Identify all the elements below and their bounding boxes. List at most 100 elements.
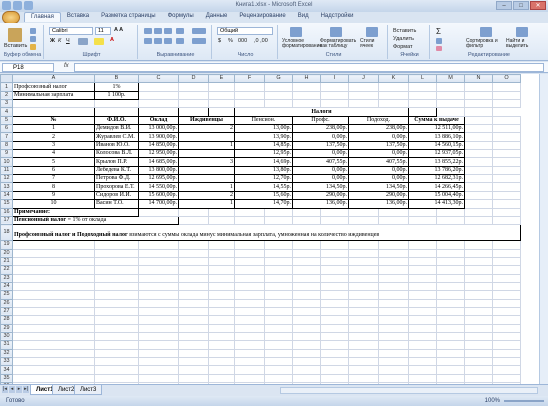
cell[interactable] [464,348,493,359]
cell[interactable] [464,298,493,308]
text-orientation-icon[interactable] [176,28,184,34]
cell[interactable] [408,348,437,359]
row-header[interactable]: 30 [0,331,13,342]
cell[interactable] [292,265,321,275]
cell[interactable] [292,82,321,92]
cell[interactable] [234,256,265,267]
header-fio[interactable]: Ф.И.О. [94,115,139,126]
cell[interactable] [320,306,349,317]
row-header[interactable]: 19 [0,240,13,250]
cell[interactable] [138,99,179,109]
cell[interactable] [408,323,437,333]
cell[interactable] [264,331,293,342]
cell[interactable] [320,265,349,275]
cell-num[interactable]: 6 [12,165,95,176]
cell[interactable] [408,315,437,325]
cell-income[interactable]: 0,00р. [348,174,409,184]
cell-total[interactable]: 14 266,45р. [408,182,465,192]
cell[interactable] [464,331,493,342]
cell-salary[interactable]: 15 600,00р. [138,190,179,201]
col-header-n[interactable]: N [464,74,493,84]
cell-total[interactable]: 14 560,15р. [408,140,465,151]
cell[interactable] [320,256,349,267]
cell[interactable] [348,340,379,350]
cell[interactable] [492,199,521,209]
tab-data[interactable]: Данные [200,12,234,22]
cell[interactable] [492,207,521,217]
cell[interactable] [464,290,493,300]
autosum-icon[interactable]: Σ [436,27,441,36]
cell[interactable] [464,132,493,142]
cell[interactable] [292,298,321,308]
cell[interactable] [408,340,437,350]
cell[interactable] [464,240,493,250]
tab-view[interactable]: Вид [292,12,315,22]
cell[interactable] [464,207,493,217]
col-header-j[interactable]: J [348,74,379,84]
cell[interactable] [348,256,379,267]
cell[interactable] [408,373,437,384]
cell[interactable] [178,265,209,275]
cell-salary[interactable]: 13 900,00р. [138,132,179,142]
cell[interactable] [208,323,235,333]
cell[interactable] [378,207,409,217]
cell[interactable] [12,265,95,275]
cell[interactable] [178,298,209,308]
cell[interactable] [408,298,437,308]
cell-num[interactable]: 4 [12,149,95,159]
cell[interactable] [178,348,209,359]
col-header-l[interactable]: L [408,74,437,84]
cell[interactable] [292,99,321,109]
cell[interactable] [492,315,521,325]
cell[interactable] [138,273,179,283]
cell[interactable] [320,331,349,342]
paste-button[interactable]: Вставить [4,43,27,49]
cell[interactable] [464,365,493,375]
cell[interactable] [320,298,349,308]
cell[interactable] [320,99,349,109]
cell[interactable] [94,256,139,267]
cell-fio[interactable]: Колосова В.Л. [94,149,139,159]
cell[interactable] [208,348,235,359]
row-header[interactable]: 8 [0,140,13,151]
borders-icon[interactable] [78,38,88,45]
cell-salary[interactable]: 14 850,00р. [138,140,179,151]
cell[interactable] [464,140,493,151]
cell[interactable] [178,107,209,117]
cell[interactable] [320,281,349,292]
cell-dependents[interactable]: 1 [178,199,235,209]
cell[interactable] [464,273,493,283]
fill-icon[interactable] [436,38,442,44]
taxes-header[interactable]: Налоги [234,107,409,117]
cell-total[interactable]: 12 937,05р. [408,149,465,159]
prev-sheet-icon[interactable]: ◂ [9,386,15,393]
clear-icon[interactable] [436,46,442,51]
cell[interactable] [94,240,139,250]
col-header-m[interactable]: M [436,74,465,84]
cell[interactable] [208,215,235,226]
cell[interactable] [264,240,293,250]
cell[interactable] [94,265,139,275]
cell[interactable] [492,340,521,350]
cell[interactable] [378,290,409,300]
cell[interactable] [292,256,321,267]
cell[interactable] [138,256,179,267]
cell[interactable] [292,273,321,283]
formula-input[interactable] [74,63,544,72]
cell[interactable] [264,207,293,217]
cell-fio[interactable]: Журавлев С.М. [94,132,139,142]
header-salary[interactable]: Оклад [138,115,179,126]
col-header-k[interactable]: K [378,74,409,84]
cell[interactable] [178,248,209,258]
percent-icon[interactable]: % [228,38,233,44]
cell-num[interactable]: 5 [12,157,95,167]
cell[interactable] [378,306,409,317]
cell[interactable] [320,207,349,217]
cell[interactable] [178,82,209,92]
cell[interactable] [234,215,265,226]
tab-formulas[interactable]: Формулы [162,12,200,22]
cell-dependents[interactable] [178,149,235,159]
cell[interactable] [408,290,437,300]
cell[interactable] [464,315,493,325]
cell-total[interactable]: 12 682,31р. [408,174,465,184]
